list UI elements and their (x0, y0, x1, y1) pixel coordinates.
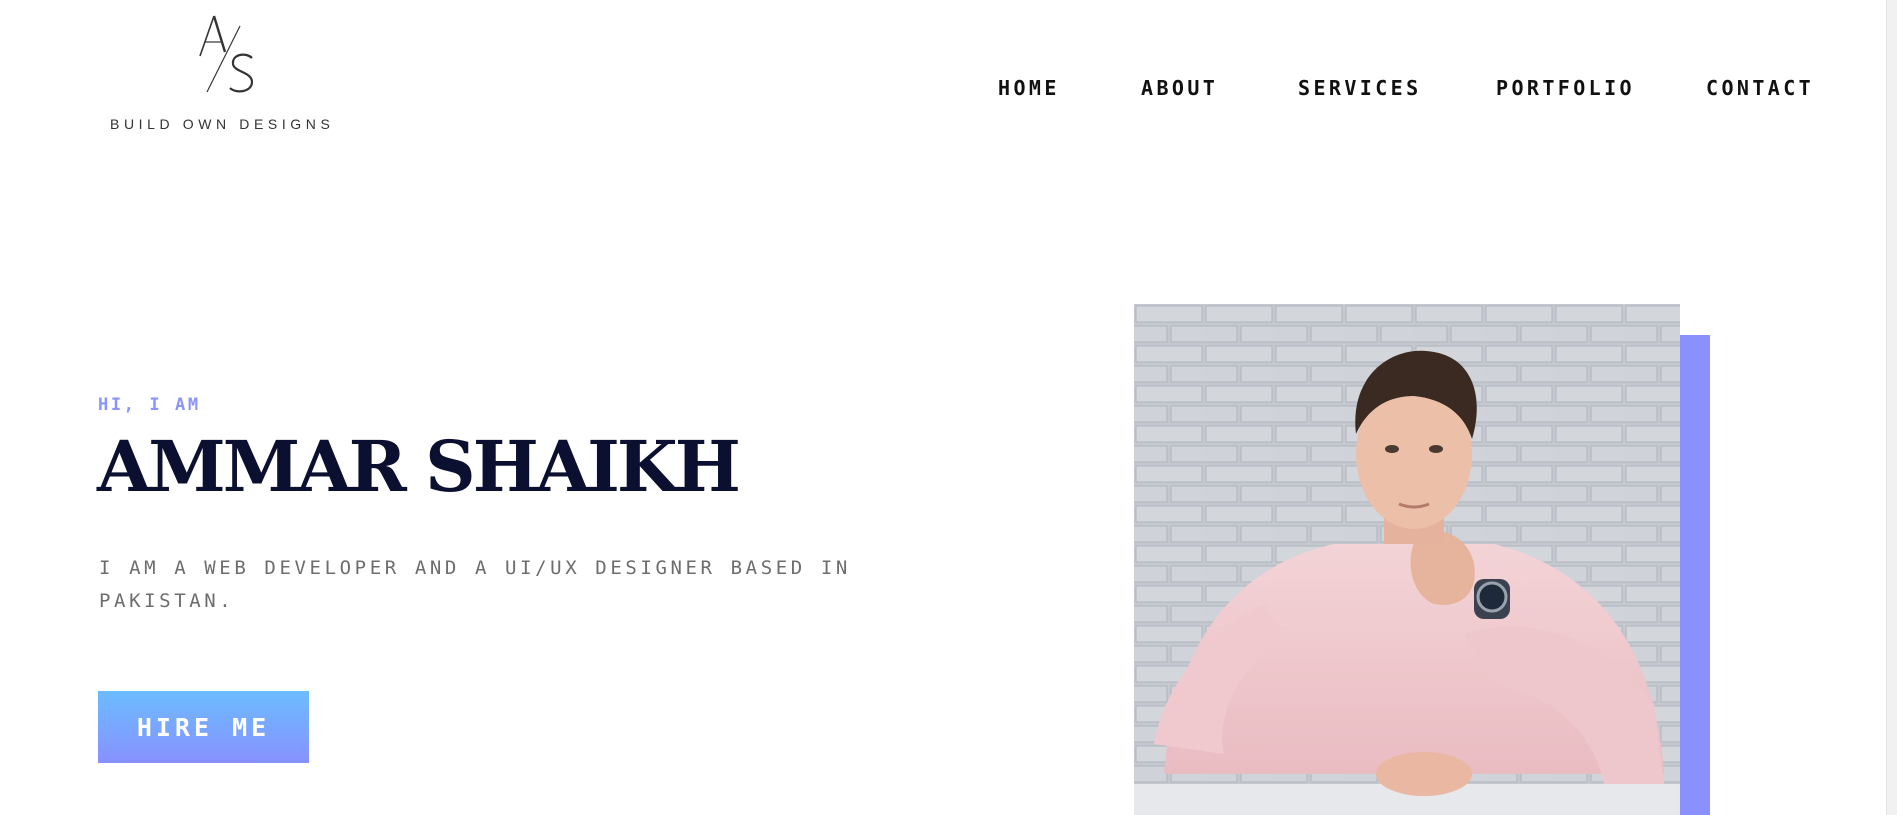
hero-name: AMMAR SHAIKH (97, 425, 741, 508)
portrait-illustration (1134, 304, 1680, 815)
nav-about[interactable]: ABOUT (1141, 76, 1218, 100)
nav-portfolio[interactable]: PORTFOLIO (1496, 76, 1635, 100)
vertical-scrollbar[interactable] (1886, 0, 1897, 815)
hire-me-button[interactable]: HIRE ME (98, 691, 309, 763)
portrait-photo (1134, 304, 1680, 815)
nav-home[interactable]: HOME (998, 76, 1060, 100)
logo-tagline: BUILD OWN DESIGNS (110, 116, 335, 132)
hero-intro: I AM A WEB DEVELOPER AND A UI/UX DESIGNE… (99, 557, 851, 612)
hero-greeting: HI, I AM (98, 395, 201, 415)
nav-services[interactable]: SERVICES (1298, 76, 1422, 100)
nav-contact[interactable]: CONTACT (1706, 76, 1814, 100)
page: BUILD OWN DESIGNS HOME ABOUT SERVICES PO… (0, 0, 1897, 815)
logo-monogram-icon (199, 15, 254, 93)
site-logo[interactable]: BUILD OWN DESIGNS (106, 8, 356, 138)
